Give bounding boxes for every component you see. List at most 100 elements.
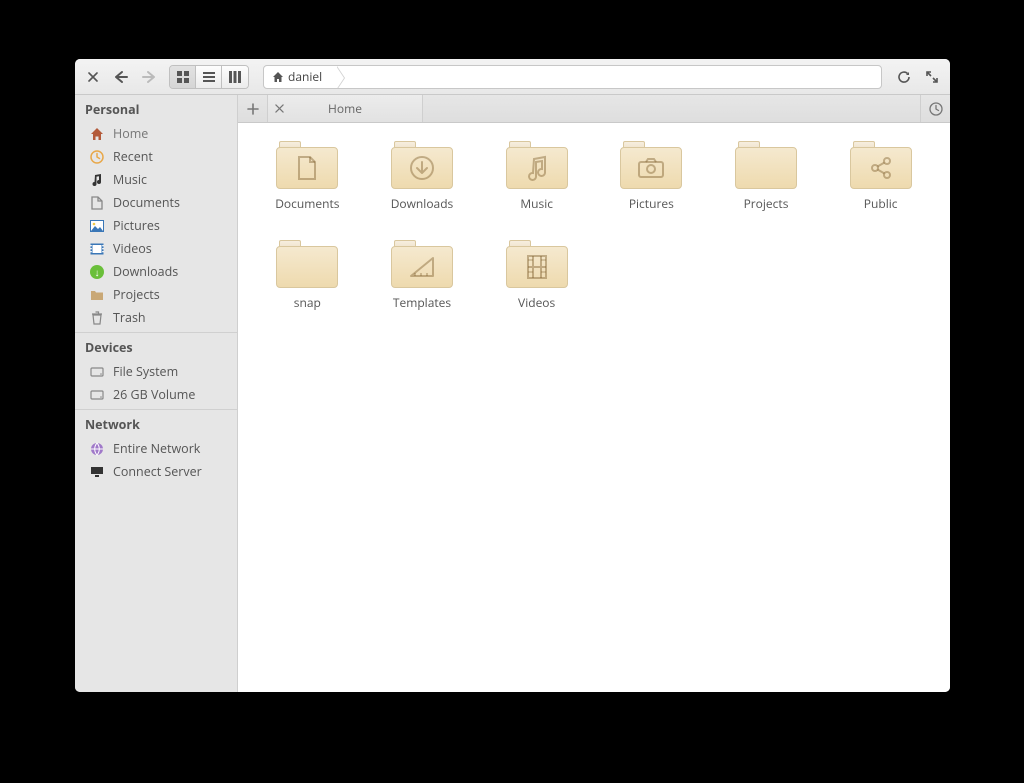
folder-icon [391,240,453,288]
expand-icon [926,71,938,83]
folder-icon [276,141,338,189]
folder-grid[interactable]: Documents Downloads Music Pictures Projects P… [238,123,950,329]
home-icon [89,126,105,142]
film-icon [526,254,548,280]
sidebar-item-network[interactable]: Entire Network [75,437,237,460]
download-icon: ↓ [89,264,105,280]
folder-item[interactable]: Public [827,141,934,212]
sidebar-item-label: Entire Network [113,440,200,457]
home-icon [272,71,284,83]
sidebar-item-music[interactable]: Music [75,168,237,191]
share-icon [868,155,894,181]
sidebar-item-documents[interactable]: Documents [75,191,237,214]
sidebar-heading-personal: Personal [75,95,237,122]
sidebar-item-label: Home [113,125,148,142]
folder-label: Templates [393,294,451,311]
list-view-button[interactable] [196,66,222,88]
column-view-button[interactable] [222,66,248,88]
sidebar-item-pictures[interactable]: Pictures [75,214,237,237]
folder-item[interactable]: Templates [369,240,476,311]
sidebar-item-label: 26 GB Volume [113,386,195,403]
sidebar-item-volume[interactable]: 26 GB Volume [75,383,237,406]
sidebar-item-label: Documents [113,194,180,211]
folder-item[interactable]: snap [254,240,361,311]
plus-icon [247,103,259,115]
sidebar-item-label: Projects [113,286,160,303]
folder-label: snap [294,294,321,311]
tab-close-button[interactable] [268,104,290,113]
main-area: Home Documents Downloads Music Pictures Proj… [238,95,950,692]
folder-icon [850,141,912,189]
body-area: Personal Home Recent Music Documents Pic… [75,95,950,692]
sidebar-item-recent[interactable]: Recent [75,145,237,168]
folder-label: Pictures [629,195,674,212]
folder-item[interactable]: Music [483,141,590,212]
download-icon [409,155,435,181]
server-icon [89,464,105,480]
path-bar[interactable]: daniel [263,65,882,89]
sidebar-item-projects[interactable]: Projects [75,283,237,306]
doc-icon [296,155,318,181]
tab-bar: Home [238,95,950,123]
music-icon [525,155,549,181]
sidebar-item-label: Recent [113,148,153,165]
toolbar: daniel [75,59,950,95]
sidebar-item-label: Downloads [113,263,178,280]
sidebar-item-videos[interactable]: Videos [75,237,237,260]
breadcrumb-home[interactable]: daniel [264,66,336,88]
maximize-button[interactable] [920,65,944,89]
folder-label: Documents [275,195,339,212]
folder-item[interactable]: Projects [713,141,820,212]
forward-button[interactable] [137,65,161,89]
folder-icon [89,287,105,303]
history-button[interactable] [920,95,950,122]
sidebar-item-trash[interactable]: Trash [75,306,237,329]
back-arrow-icon [113,70,129,84]
sidebar-item-label: Pictures [113,217,160,234]
sidebar-item-home[interactable]: Home [75,122,237,145]
sidebar-item-connect-server[interactable]: Connect Server [75,460,237,483]
folder-icon [506,240,568,288]
sidebar-item-label: Videos [113,240,152,257]
tab-label: Home [290,100,422,117]
globe-icon [89,441,105,457]
folder-item[interactable]: Videos [483,240,590,311]
sidebar-heading-network: Network [75,410,237,437]
tab-home[interactable]: Home [268,95,423,122]
folder-label: Downloads [391,195,454,212]
list-icon [203,71,215,83]
icon-view-button[interactable] [170,66,196,88]
view-mode-group [169,65,249,89]
sidebar-item-downloads[interactable]: ↓ Downloads [75,260,237,283]
folder-label: Videos [518,294,555,311]
sidebar-heading-devices: Devices [75,333,237,360]
close-button[interactable] [81,65,105,89]
sidebar: Personal Home Recent Music Documents Pic… [75,95,238,692]
sidebar-item-label: Music [113,171,147,188]
folder-item[interactable]: Downloads [369,141,476,212]
close-icon [88,72,98,82]
reload-button[interactable] [892,65,916,89]
breadcrumb-label: daniel [288,68,322,85]
folder-icon [735,141,797,189]
sidebar-item-filesystem[interactable]: File System [75,360,237,383]
reload-icon [897,70,911,84]
clock-icon [89,149,105,165]
disk-icon [89,364,105,380]
video-icon [89,241,105,257]
close-icon [275,104,284,113]
grid-icon [177,71,189,83]
file-manager-window: daniel Personal Home Recent Music [75,59,950,692]
back-button[interactable] [109,65,133,89]
folder-icon [391,141,453,189]
forward-arrow-icon [141,70,157,84]
sidebar-item-label: Trash [113,309,146,326]
sidebar-item-label: Connect Server [113,463,202,480]
ruler-icon [408,255,436,279]
folder-label: Projects [744,195,789,212]
folder-item[interactable]: Pictures [598,141,705,212]
folder-item[interactable]: Documents [254,141,361,212]
folder-icon [620,141,682,189]
new-tab-button[interactable] [238,95,268,122]
history-icon [929,102,943,116]
